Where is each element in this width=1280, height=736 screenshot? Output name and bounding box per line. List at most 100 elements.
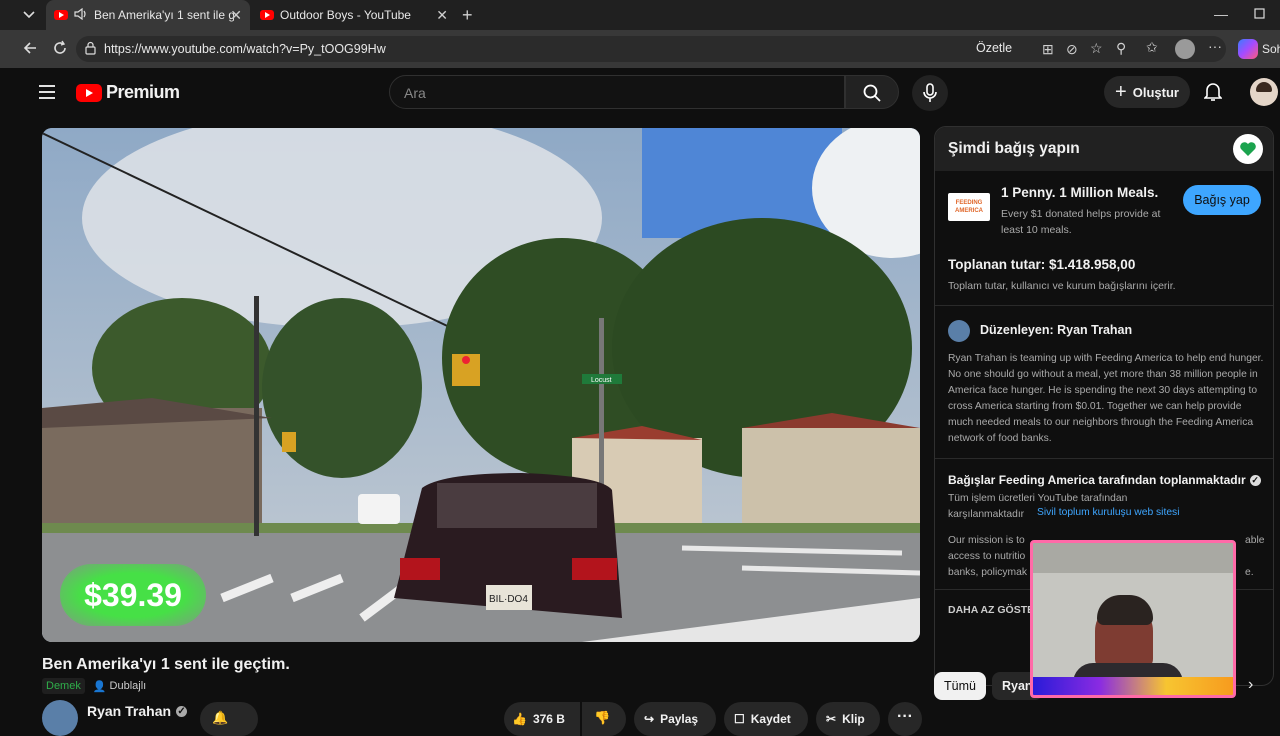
youtube-favicon-icon [54, 10, 68, 20]
total-note: Toplam tutar, kullanıcı ve kurum bağışla… [948, 280, 1176, 292]
share-label: Paylaş [660, 712, 699, 726]
hamburger-menu-icon[interactable] [38, 84, 56, 103]
price-overlay-text: $39.39 [84, 576, 182, 613]
dubbed-icon: 👤 [92, 680, 107, 693]
youtube-logo-icon [76, 83, 102, 102]
summarize-button[interactable]: Özetle [976, 41, 1012, 55]
maximize-icon[interactable] [1254, 6, 1265, 22]
street-sign-text: Locust [591, 377, 612, 384]
mission-line: e. [1245, 567, 1254, 578]
ngo-website-link[interactable]: Sivil toplum kuruluşu web sitesi [1037, 507, 1180, 518]
campaign-card: FEEDING AMERICA 1 Penny. 1 Million Meals… [935, 171, 1273, 249]
webcam-overlay [1030, 540, 1236, 698]
close-tab-icon[interactable]: ✕ [230, 7, 242, 24]
demo-badge: Demek [42, 678, 85, 694]
create-label: Oluştur [1132, 84, 1179, 100]
close-tab-icon[interactable]: ✕ [436, 7, 448, 24]
price-overlay: $39.39 [60, 564, 206, 626]
mission-text: Our mission is to access to nutritio ban… [948, 533, 1027, 581]
new-tab-icon[interactable]: + [462, 5, 473, 26]
clip-button[interactable]: ✂ Klip [816, 702, 880, 736]
chip-all[interactable]: Tümü [934, 672, 986, 700]
donation-heart-icon[interactable] [1233, 134, 1263, 164]
channel-name-text: Ryan Trahan [87, 703, 172, 719]
mission-line: able [1245, 535, 1265, 546]
mission-line: Our mission is to [948, 535, 1025, 546]
url-text: https://www.youtube.com/watch?v=Py_tOOG9… [104, 42, 386, 56]
total-raised: Toplanan tutar: $1.418.958,00 [948, 257, 1136, 272]
total-raised-section: Toplanan tutar: $1.418.958,00 Toplam tut… [935, 249, 1273, 305]
share-button[interactable]: ↪ Paylaş [634, 702, 716, 736]
copilot-icon[interactable] [1238, 39, 1258, 59]
thumbs-up-icon: 👍 [512, 712, 527, 726]
notifications-bell-icon[interactable] [1203, 82, 1223, 105]
like-button[interactable]: 👍 376 B [504, 702, 580, 736]
dubbed-badge: 👤 Dublajlı [93, 678, 146, 694]
bell-icon: 🔔 [212, 710, 229, 725]
create-button[interactable]: + Oluştur [1104, 76, 1190, 108]
campaign-title: 1 Penny. 1 Million Meals. [1001, 185, 1159, 200]
chevron-right-icon[interactable]: › [1248, 676, 1253, 694]
copilot-label[interactable]: Soh [1262, 42, 1280, 56]
organizer-section: Düzenleyen: Ryan Trahan Ryan Trahan is t… [935, 306, 1273, 458]
search-input[interactable]: Ara [389, 75, 845, 109]
donate-button[interactable]: Bağış yap [1183, 185, 1261, 215]
extensions-icon[interactable]: ⚲ [1116, 40, 1126, 57]
channel-avatar[interactable] [42, 700, 78, 736]
browser-toolbar: https://www.youtube.com/watch?v=Py_tOOG9… [0, 30, 1280, 68]
feeding-america-logo: FEEDING AMERICA [948, 193, 990, 221]
collected-by-text: Bağışlar Feeding America tarafından topl… [948, 473, 1246, 487]
mission-line: access to nutritio [948, 551, 1026, 562]
mission-line: banks, policymak [948, 567, 1027, 578]
search-icon [863, 84, 881, 102]
voice-search-button[interactable] [912, 75, 948, 111]
organizer-label: Düzenleyen: Ryan Trahan [980, 323, 1133, 337]
dubbed-label: Dublajlı [109, 680, 147, 692]
speaker-icon[interactable] [74, 7, 88, 23]
save-button[interactable]: ☐ Kaydet [724, 702, 808, 736]
notification-bell-button[interactable]: 🔔 [200, 702, 258, 736]
tab-title: Ben Amerika'yı 1 sent ile geçti [94, 8, 234, 22]
like-count: 376 B [532, 712, 565, 726]
youtube-logo[interactable]: Premium [76, 82, 180, 103]
search-button[interactable] [845, 75, 899, 109]
address-bar[interactable]: https://www.youtube.com/watch?v=Py_tOOG9… [76, 36, 1226, 62]
tab-ben-amerika[interactable]: Ben Amerika'yı 1 sent ile geçti ✕ [46, 0, 250, 30]
favorite-star-icon[interactable]: ☆ [1090, 40, 1103, 57]
microphone-icon [923, 83, 937, 102]
thumbs-down-icon: 👎 [594, 710, 611, 725]
tab-title: Outdoor Boys - YouTube [280, 8, 411, 22]
organizer-avatar [948, 320, 970, 342]
youtube-page: Premium Ara + Oluştur Locust BIL·DO4 $39… [12, 68, 1280, 736]
plus-icon: + [1115, 80, 1127, 103]
campaign-description: Every $1 donated helps provide at least … [1001, 208, 1161, 236]
account-avatar[interactable] [1250, 78, 1278, 106]
donation-header-title: Şimdi bağış yapın [948, 140, 1080, 157]
minimize-icon[interactable]: — [1214, 6, 1228, 22]
site-info-icon[interactable] [84, 41, 97, 58]
more-menu-icon[interactable]: ··· [1208, 38, 1222, 54]
video-player[interactable]: Locust BIL·DO4 $39.39 [42, 128, 920, 642]
save-icon: ☐ [734, 712, 745, 726]
profile-avatar-icon[interactable] [1175, 39, 1195, 59]
channel-name[interactable]: Ryan Trahan ✓ [87, 703, 188, 719]
browser-tab-strip: Ben Amerika'yı 1 sent ile geçti ✕ Outdoo… [0, 0, 1280, 30]
clip-label: Klip [842, 712, 865, 726]
verified-icon: ✓ [176, 705, 188, 717]
refresh-icon[interactable] [52, 40, 68, 59]
youtube-favicon-icon [260, 10, 274, 20]
dislike-button[interactable]: 👎 [582, 702, 626, 736]
show-less-button[interactable]: DAHA AZ GÖSTE [948, 604, 1034, 616]
scissors-icon: ✂ [826, 712, 837, 726]
grid-icon[interactable]: ⊞ [1042, 41, 1054, 58]
save-label: Kaydet [750, 712, 791, 726]
tab-outdoor-boys[interactable]: Outdoor Boys - YouTube ✕ [252, 0, 456, 30]
favorites-icon[interactable]: ✩ [1146, 39, 1158, 56]
share-icon: ↪ [644, 712, 655, 726]
more-actions-icon[interactable]: ··· [888, 702, 922, 736]
license-plate-text: BIL·DO4 [489, 594, 528, 605]
back-icon[interactable] [22, 40, 38, 59]
collected-by: Bağışlar Feeding America tarafından topl… [948, 473, 1261, 487]
eye-off-icon[interactable]: ⊘ [1066, 41, 1078, 58]
tab-list-icon[interactable] [22, 7, 36, 24]
